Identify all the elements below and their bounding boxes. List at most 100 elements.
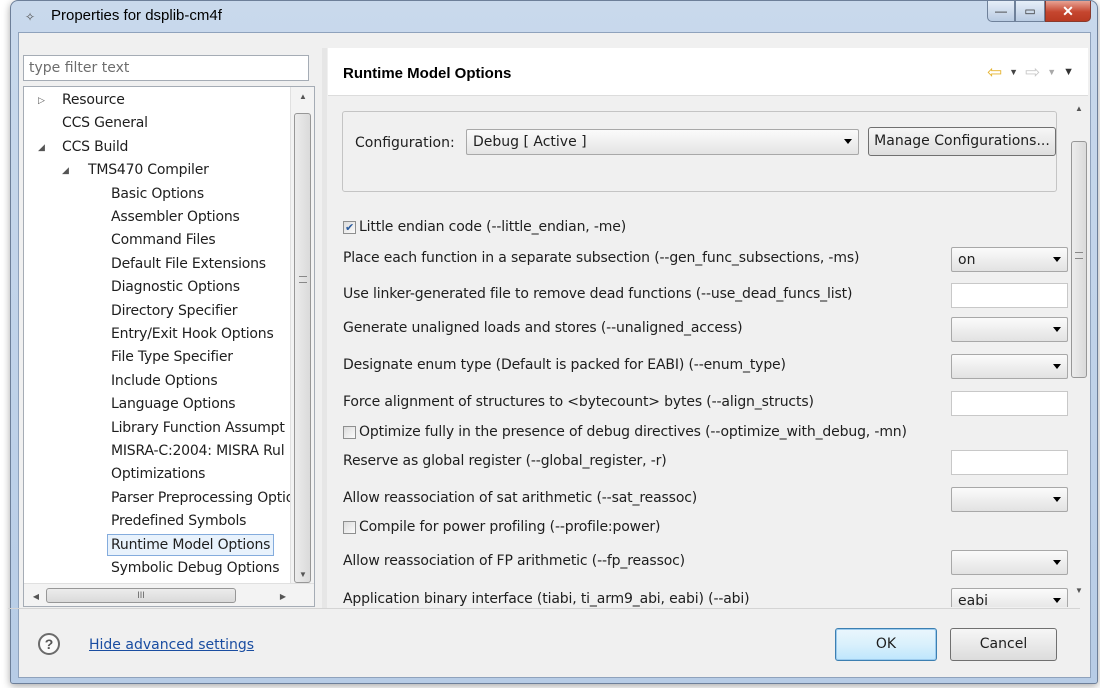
configuration-value: Debug [ Active ] [473, 134, 587, 150]
option-checkbox-row[interactable]: Compile for power profiling (--profile:p… [343, 519, 660, 535]
configuration-select[interactable]: Debug [ Active ] [466, 129, 859, 155]
tree-item[interactable]: Symbolic Debug Options [111, 557, 279, 579]
tree-item[interactable]: Parser Preprocessing Optio [111, 487, 294, 509]
tree-item[interactable]: Resource [62, 89, 125, 111]
help-icon[interactable]: ? [38, 633, 60, 655]
option-label: Optimize fully in the presence of debug … [359, 424, 907, 440]
option-select-value: on [958, 252, 976, 268]
maximize-button[interactable]: ▭ [1015, 1, 1045, 22]
cancel-button[interactable]: Cancel [950, 628, 1057, 661]
collapse-arrow-icon[interactable]: ◢ [38, 142, 45, 153]
option-label: Little endian code (--little_endian, -me… [359, 219, 627, 235]
option-select[interactable]: on [951, 247, 1068, 272]
window-title: Properties for dsplib-cm4f [51, 7, 222, 24]
tree-item[interactable]: Default File Extensions [111, 253, 266, 275]
option-text-field[interactable] [951, 450, 1068, 475]
tree-item[interactable]: Language Options [111, 393, 236, 415]
option-select[interactable] [951, 487, 1068, 512]
tree-item[interactable]: TMS470 Compiler [88, 159, 209, 181]
checkmark-icon: ✔ [344, 220, 355, 234]
filter-input[interactable]: type filter text [23, 55, 309, 81]
tree-item[interactable]: File Type Specifier [111, 346, 233, 368]
option-text-field[interactable] [951, 283, 1068, 308]
option-label: Generate unaligned loads and stores (--u… [343, 320, 743, 336]
chevron-down-icon [844, 139, 852, 144]
options-scroll-thumb[interactable] [1071, 141, 1087, 378]
view-menu-icon[interactable]: ▼ [1063, 66, 1074, 78]
option-text-field[interactable] [951, 391, 1068, 416]
scroll-right-arrow-icon[interactable]: ▶ [271, 587, 295, 605]
grip-icon: III [137, 590, 145, 600]
option-checkbox-row[interactable]: ✔ Little endian code (--little_endian, -m… [343, 219, 626, 235]
tree-item[interactable]: Predefined Symbols [111, 510, 246, 532]
configuration-group: Configuration: Debug [ Active ] Manage C… [342, 111, 1057, 192]
pane-splitter[interactable] [322, 48, 327, 608]
scroll-down-arrow-icon[interactable]: ▼ [1070, 581, 1088, 599]
tree-item[interactable]: Include Options [111, 370, 218, 392]
title-bar[interactable]: ✧ Properties for dsplib-cm4f — ▭ ✕ [11, 1, 1097, 31]
collapse-arrow-icon[interactable]: ◢ [62, 165, 69, 176]
forward-history-dropdown-icon[interactable]: ▼ [1047, 67, 1056, 77]
scroll-down-arrow-icon[interactable]: ▼ [291, 565, 314, 583]
page-header: Runtime Model Options ⇦ ▼ ⇨ ▼ ▼ [328, 48, 1088, 96]
hide-advanced-settings-link[interactable]: Hide advanced settings [89, 637, 254, 653]
option-label: Force alignment of structures to <byteco… [343, 394, 814, 410]
tree-item[interactable]: Runtime Model Options [107, 533, 275, 556]
tree-item[interactable]: CCS Build [62, 136, 128, 158]
tree-hscroll-thumb[interactable]: III [46, 588, 236, 603]
option-label: Designate enum type (Default is packed f… [343, 357, 786, 373]
option-select[interactable]: eabi [951, 588, 1068, 607]
tree-item[interactable]: Diagnostic Options [111, 276, 240, 298]
chevron-down-icon [1053, 257, 1061, 262]
tree-item[interactable]: Command Files [111, 229, 216, 251]
grip-icon [299, 276, 307, 283]
maximize-icon: ▭ [1024, 4, 1036, 18]
property-tree: ▷ Resource CCS General ◢ CCS Build ◢ TMS470 Co… [23, 86, 315, 607]
expand-arrow-icon[interactable]: ▷ [38, 95, 45, 106]
option-select[interactable] [951, 317, 1068, 342]
ok-button[interactable]: OK [835, 628, 937, 661]
scroll-up-arrow-icon[interactable]: ▲ [1070, 99, 1088, 117]
chevron-down-icon [1053, 598, 1061, 603]
minimize-button[interactable]: — [987, 1, 1015, 22]
tree-scroll-thumb[interactable] [294, 113, 311, 583]
minimize-icon: — [995, 4, 1007, 18]
back-arrow-icon[interactable]: ⇦ [987, 63, 1002, 81]
option-label: Application binary interface (tiabi, ti_… [343, 591, 750, 607]
manage-configurations-button[interactable]: Manage Configurations... [868, 127, 1056, 156]
close-button[interactable]: ✕ [1045, 1, 1091, 22]
scroll-up-arrow-icon[interactable]: ▲ [291, 87, 314, 105]
option-label: Place each function in a separate subsec… [343, 250, 860, 266]
option-label: Allow reassociation of FP arithmetic (--… [343, 553, 685, 569]
tree-item[interactable]: Basic Options [111, 183, 204, 205]
option-checkbox-row[interactable]: Optimize fully in the presence of debug … [343, 424, 907, 440]
page-title: Runtime Model Options [343, 65, 512, 82]
option-select[interactable] [951, 550, 1068, 575]
option-select[interactable] [951, 354, 1068, 379]
tree-item[interactable]: Library Function Assumpt [111, 417, 285, 439]
app-icon: ✧ [25, 10, 36, 24]
back-history-dropdown-icon[interactable]: ▼ [1009, 67, 1018, 77]
tree-vertical-scrollbar[interactable]: ▲ ▼ [290, 87, 314, 583]
configuration-label: Configuration: [355, 135, 455, 151]
tree-item[interactable]: CCS General [62, 112, 148, 134]
checkbox-unchecked[interactable] [343, 520, 356, 534]
forward-arrow-icon[interactable]: ⇨ [1025, 63, 1040, 81]
tree-item[interactable]: Directory Specifier [111, 300, 238, 322]
option-label: Allow reassociation of sat arithmetic (-… [343, 490, 698, 506]
chevron-down-icon [1053, 364, 1061, 369]
options-vertical-scrollbar[interactable]: ▲ ▼ [1070, 97, 1088, 607]
option-label: Use linker-generated file to remove dead… [343, 286, 853, 302]
scroll-left-arrow-icon[interactable]: ◀ [24, 587, 48, 605]
tree-item[interactable]: Optimizations [111, 463, 205, 485]
tree-item[interactable]: Entry/Exit Hook Options [111, 323, 274, 345]
footer-divider [8, 608, 1080, 609]
close-icon: ✕ [1062, 2, 1074, 19]
tree-item[interactable]: MISRA-C:2004: MISRA Rul [111, 440, 285, 462]
checkbox-checked[interactable]: ✔ [343, 220, 356, 234]
option-label: Compile for power profiling (--profile:p… [359, 519, 661, 535]
checkbox-unchecked[interactable] [343, 425, 356, 439]
tree-item[interactable]: Assembler Options [111, 206, 240, 228]
tree-horizontal-scrollbar[interactable]: ◀ III ▶ [24, 583, 314, 606]
chevron-down-icon [1053, 327, 1061, 332]
